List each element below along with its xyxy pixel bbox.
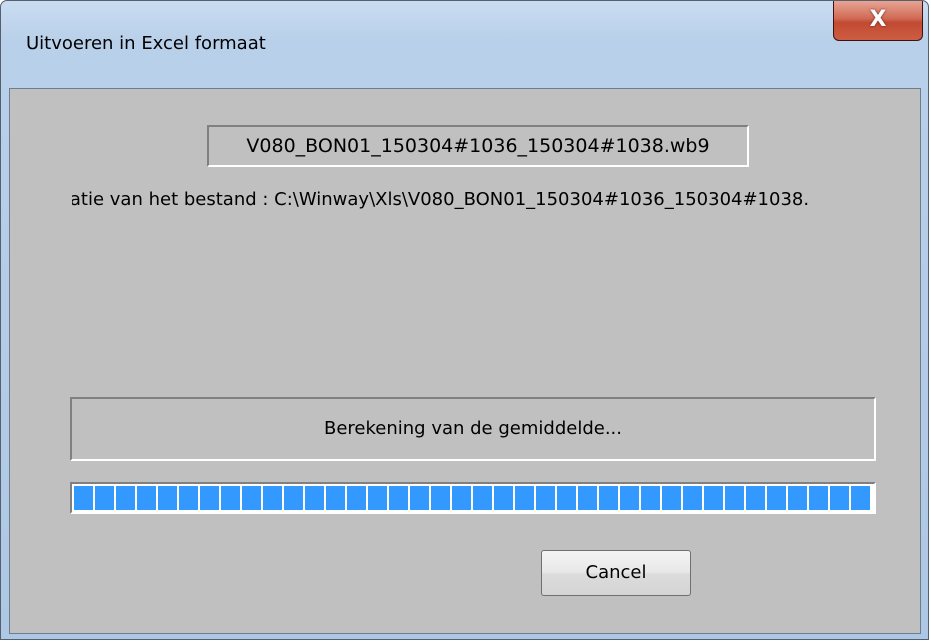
close-button[interactable]: X [833, 1, 923, 41]
title-bar[interactable]: Uitvoeren in Excel formaat X [1, 1, 928, 88]
window-title: Uitvoeren in Excel formaat [26, 33, 266, 54]
status-message: Berekening van de gemiddelde... [70, 397, 876, 461]
progress-bar [70, 482, 876, 514]
cancel-button[interactable]: Cancel [541, 550, 691, 596]
file-name-field: V080_BON01_150304#1036_150304#1038.wb9 [207, 125, 749, 167]
file-path-label: catie van het bestand : C:\Winway\Xls\V0… [72, 189, 810, 210]
close-icon: X [869, 7, 887, 32]
excel-export-dialog: Uitvoeren in Excel formaat X V080_BON01_… [0, 0, 929, 640]
progress-fill [74, 486, 872, 510]
dialog-body: V080_BON01_150304#1036_150304#1038.wb9 c… [9, 88, 921, 634]
